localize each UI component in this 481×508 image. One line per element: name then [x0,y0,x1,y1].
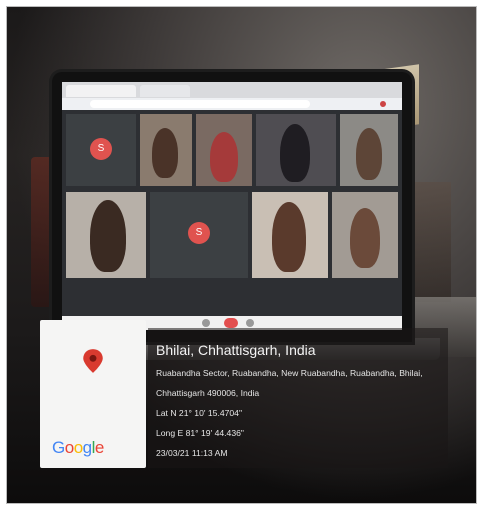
participant-avatar: S [90,138,112,160]
laptop: S S [52,72,412,342]
laptop-screen: S S [62,82,402,330]
url-field[interactable] [90,100,310,108]
timestamp-text: 23/03/21 11:13 AM [156,448,228,458]
participant-tile: S [150,192,248,278]
participant-tile [256,114,336,186]
participant-video [356,128,382,180]
participant-video [210,132,238,182]
participant-video [152,128,178,178]
participant-avatar: S [188,222,210,244]
browser-tab[interactable] [140,85,190,97]
participant-video [350,208,380,268]
address-line: Chhattisgarh 490006, India [156,388,260,398]
participant-tile [196,114,252,186]
browser-address-bar [62,98,402,110]
video-call-grid: S S [62,110,402,316]
participant-tile [332,192,398,278]
participant-video [90,200,126,272]
participant-tile [252,192,328,278]
google-logo: Google [52,438,104,457]
latitude-text: Lat N 21° 10' 15.4704" [156,408,243,418]
participant-tile [66,192,146,278]
map-thumbnail: Google [40,320,146,468]
location-title: Bhilai, Chhattisgarh, India [156,342,316,358]
profile-icon[interactable] [380,101,386,107]
camera-button[interactable] [246,319,254,327]
participant-video [272,202,306,272]
participant-tile: S [66,114,136,186]
microphone-button[interactable] [202,319,210,327]
participant-tile [340,114,398,186]
background-chair [411,182,451,302]
address-line: Ruabandha Sector, Ruabandha, New Ruaband… [156,368,423,378]
map-pin-icon [83,349,103,373]
end-call-button[interactable] [224,318,238,328]
browser-tab[interactable] [66,85,136,97]
geotag-info: Bhilai, Chhattisgarh, India Ruabandha Se… [148,328,448,468]
participant-tile [140,114,192,186]
browser-tab-bar [62,82,402,98]
longitude-text: Long E 81° 19' 44.436" [156,428,244,438]
participant-video [280,124,310,182]
